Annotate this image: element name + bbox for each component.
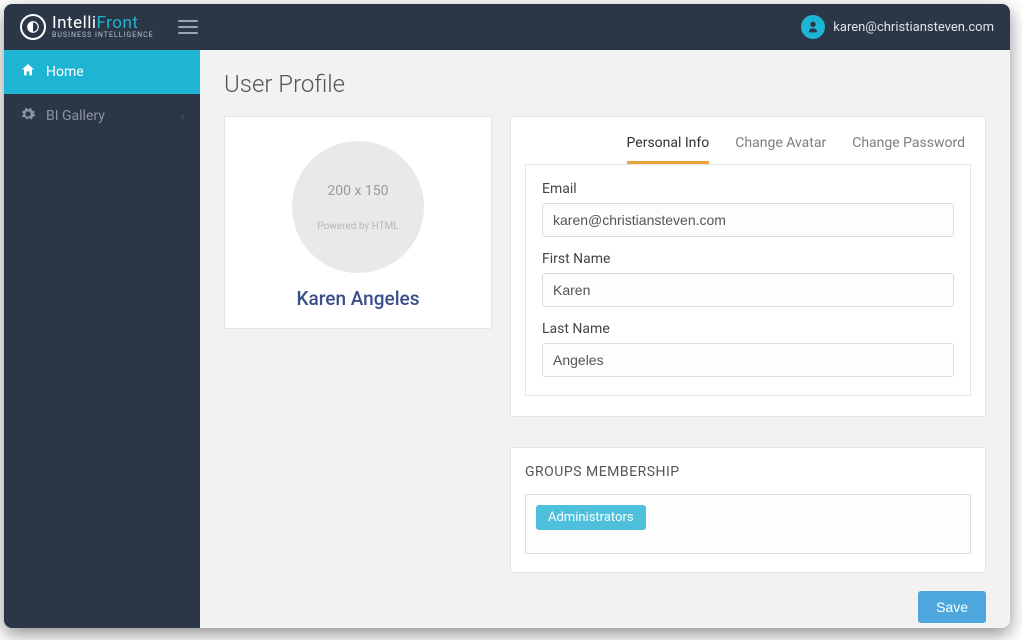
profile-tabs: Personal Info Change Avatar Change Passw…: [511, 117, 985, 164]
save-button[interactable]: Save: [918, 591, 986, 623]
top-bar: IntelliFront BUSINESS INTELLIGENCE karen…: [4, 4, 1010, 50]
logo-mark-icon: [20, 14, 46, 40]
first-name-label: First Name: [542, 251, 954, 267]
first-name-field[interactable]: [542, 273, 954, 307]
avatar-placeholder-text: 200 x 150: [327, 183, 388, 199]
tab-change-avatar[interactable]: Change Avatar: [735, 135, 826, 164]
logo-text: IntelliFront BUSINESS INTELLIGENCE: [52, 15, 154, 39]
groups-box[interactable]: Administrators: [525, 494, 971, 554]
groups-membership-card: GROUPS MEMBERSHIP Administrators: [510, 447, 986, 573]
chevron-left-icon: ‹: [181, 110, 184, 123]
logo-word-a: Intelli: [52, 13, 97, 33]
home-icon: [20, 62, 36, 82]
brand-logo[interactable]: IntelliFront BUSINESS INTELLIGENCE: [20, 14, 154, 40]
avatar-placeholder: 200 x 150 Powered by HTML: [292, 141, 424, 273]
email-label: Email: [542, 181, 954, 197]
last-name-field[interactable]: [542, 343, 954, 377]
sidebar-item-bi-gallery[interactable]: BI Gallery ‹: [4, 94, 200, 138]
gear-icon: [20, 106, 36, 126]
user-avatar-icon: [801, 15, 825, 39]
current-user-email: karen@christiansteven.com: [833, 20, 994, 35]
avatar-placeholder-sub: Powered by HTML: [317, 221, 398, 232]
sidebar-item-label: BI Gallery: [46, 108, 105, 124]
sidebar-item-home[interactable]: Home: [4, 50, 200, 94]
body: Home BI Gallery ‹ User Profile 200 x 150…: [4, 50, 1010, 628]
current-user-chip[interactable]: karen@christiansteven.com: [801, 15, 994, 39]
personal-info-form: Email First Name Last Name: [525, 164, 971, 396]
main-content: User Profile 200 x 150 Powered by HTML K…: [200, 50, 1010, 628]
tab-personal-info[interactable]: Personal Info: [627, 135, 710, 164]
profile-display-name: Karen Angeles: [239, 287, 477, 310]
logo-word-b: Front: [97, 13, 139, 33]
personal-info-card: Personal Info Change Avatar Change Passw…: [510, 116, 986, 417]
app-window: IntelliFront BUSINESS INTELLIGENCE karen…: [4, 4, 1010, 628]
groups-title: GROUPS MEMBERSHIP: [525, 464, 971, 480]
email-field[interactable]: [542, 203, 954, 237]
sidebar: Home BI Gallery ‹: [4, 50, 200, 628]
tab-change-password[interactable]: Change Password: [852, 135, 965, 164]
menu-toggle-icon[interactable]: [178, 16, 198, 38]
profile-summary-card: 200 x 150 Powered by HTML Karen Angeles: [224, 116, 492, 329]
last-name-label: Last Name: [542, 321, 954, 337]
logo-subtitle: BUSINESS INTELLIGENCE: [52, 32, 154, 39]
group-tag[interactable]: Administrators: [536, 505, 646, 530]
page-title: User Profile: [224, 70, 986, 98]
sidebar-item-label: Home: [46, 64, 84, 80]
